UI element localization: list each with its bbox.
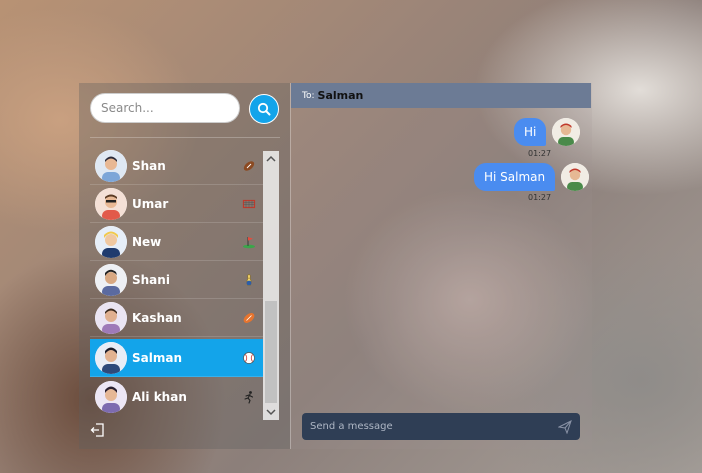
goal-net-icon [241,196,257,212]
contact-item-umar[interactable]: Umar [90,185,263,223]
golf-icon [241,234,257,250]
scroll-up-button[interactable] [263,152,279,166]
avatar [95,187,127,220]
bowling-icon [241,272,257,288]
message-input[interactable] [302,420,558,433]
contact-name: Shani [132,272,170,287]
message-bubble: Hi Salman [474,163,556,191]
search-icon [257,102,271,116]
chevron-up-icon [266,155,276,162]
logout-icon[interactable] [90,422,106,438]
chevron-down-icon [266,409,276,416]
sender-avatar [561,163,590,191]
contact-list: Shan Umar New Shani Kashan Salman Ali kh… [90,145,263,415]
baseball-icon [241,350,257,366]
contact-name: Shan [132,158,166,173]
avatar [95,225,127,258]
message-bubble: Hi [514,118,547,146]
message-time: 01:27 [528,193,552,202]
rugby-icon [241,310,257,326]
recipient-name: Salman [317,89,364,102]
scroll-down-button[interactable] [263,405,279,419]
contact-item-shan[interactable]: Shan [90,147,263,185]
message-row: Hi [514,118,581,146]
sender-avatar [552,118,581,146]
avatar [95,149,127,182]
send-icon[interactable] [558,419,572,434]
to-label: To: [302,90,315,101]
contact-item-salman[interactable]: Salman [90,339,263,377]
avatar [95,263,127,296]
contact-name: Ali khan [132,389,187,404]
contact-list-scrollbar[interactable] [263,151,279,420]
contact-name: Salman [132,350,182,365]
contact-item-ali-khan[interactable]: Ali khan [90,378,263,415]
contact-item-shani[interactable]: Shani [90,261,263,299]
avatar [95,380,127,413]
contact-item-kashan[interactable]: Kashan [90,299,263,337]
divider [90,137,280,138]
football-icon [241,158,257,174]
message-composer [302,413,580,440]
scroll-thumb[interactable] [265,301,277,403]
search-input[interactable] [90,93,240,123]
avatar [95,341,127,374]
contact-name: Umar [132,196,169,211]
chat-header: To: Salman [291,83,591,108]
message-row: Hi Salman [474,163,590,191]
runner-icon [241,389,257,405]
search-button[interactable] [249,94,279,124]
contact-name: New [132,234,162,249]
contact-item-new[interactable]: New [90,223,263,261]
message-time: 01:27 [528,149,552,158]
avatar [95,301,127,334]
contact-name: Kashan [132,310,182,325]
